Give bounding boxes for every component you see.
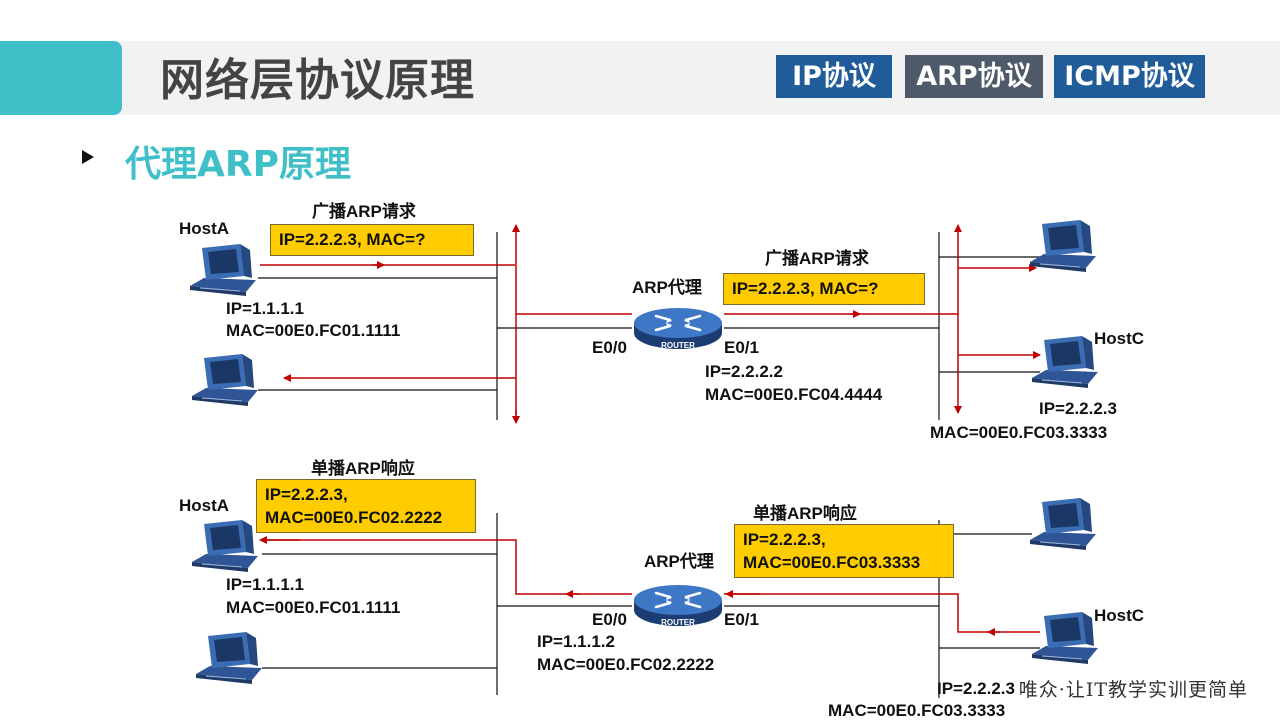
computer-icon (1030, 219, 1097, 273)
hostC-label: HostC (1094, 329, 1145, 348)
hostC-computer-icon (1032, 335, 1099, 389)
hostA-mac: MAC=00E0.FC01.1111 (226, 598, 401, 617)
router-badge: ROUTER (661, 618, 695, 627)
hostA-computer-icon (192, 519, 259, 573)
reply-box-hostA-line1: IP=2.2.2.3, (265, 485, 348, 504)
reply-box-router-line2: MAC=00E0.FC03.3333 (743, 553, 921, 572)
hostA-computer-icon (190, 243, 257, 297)
hostC-mac: MAC=00E0.FC03.3333 (930, 423, 1108, 442)
hostA-mac: MAC=00E0.FC01.1111 (226, 321, 401, 340)
hostA-ip: IP=1.1.1.1 (226, 575, 304, 594)
unicast-reply-title: 单播ARP响应 (311, 459, 415, 478)
reply-box-router: IP=2.2.2.3, MAC=00E0.FC03.3333 (734, 524, 954, 578)
broadcast-request-title: 广播ARP请求 (312, 202, 416, 221)
router-badge: ROUTER (661, 341, 695, 350)
reply-box-hostA-line2: MAC=00E0.FC02.2222 (265, 508, 443, 527)
hostC-ip: IP=2.2.2.3 (1039, 399, 1117, 418)
hostA-label: HostA (179, 219, 230, 238)
network-diagram: ROUTER ROUTER (190, 219, 1099, 698)
router-ip: IP=2.2.2.2 (705, 362, 783, 381)
hostC-label: HostC (1094, 606, 1145, 625)
reply-box-router-line1: IP=2.2.2.3, (743, 530, 826, 549)
reply-box-hostA: IP=2.2.2.3, MAC=00E0.FC02.2222 (256, 479, 476, 533)
interface-e00: E0/0 (592, 338, 627, 357)
interface-e01: E0/1 (724, 338, 759, 357)
hostA-ip: IP=1.1.1.1 (226, 299, 304, 318)
arp-proxy-label: ARP代理 (632, 278, 702, 297)
arp-proxy-label: ARP代理 (644, 552, 714, 571)
interface-e00: E0/0 (592, 610, 627, 629)
router-mac: MAC=00E0.FC02.2222 (537, 655, 715, 674)
request-box-router: IP=2.2.2.3, MAC=? (723, 273, 925, 305)
broadcast-request-title-2: 广播ARP请求 (765, 249, 869, 268)
computer-icon (1030, 497, 1097, 551)
hostC-computer-icon (1032, 611, 1099, 665)
request-box-hostA: IP=2.2.2.3, MAC=? (270, 224, 474, 256)
computer-icon (196, 631, 263, 685)
hostC-mac: MAC=00E0.FC03.3333 (828, 701, 1006, 720)
hostA-label: HostA (179, 496, 230, 515)
unicast-reply-title-2: 单播ARP响应 (753, 504, 857, 523)
router-mac: MAC=00E0.FC04.4444 (705, 385, 883, 404)
footer-slogan: 唯众·让IT教学实训更简单 (1018, 679, 1248, 701)
hostC-ip: IP=2.2.2.3 (937, 679, 1015, 698)
router-ip: IP=1.1.1.2 (537, 632, 615, 651)
interface-e01: E0/1 (724, 610, 759, 629)
computer-icon (192, 353, 259, 407)
